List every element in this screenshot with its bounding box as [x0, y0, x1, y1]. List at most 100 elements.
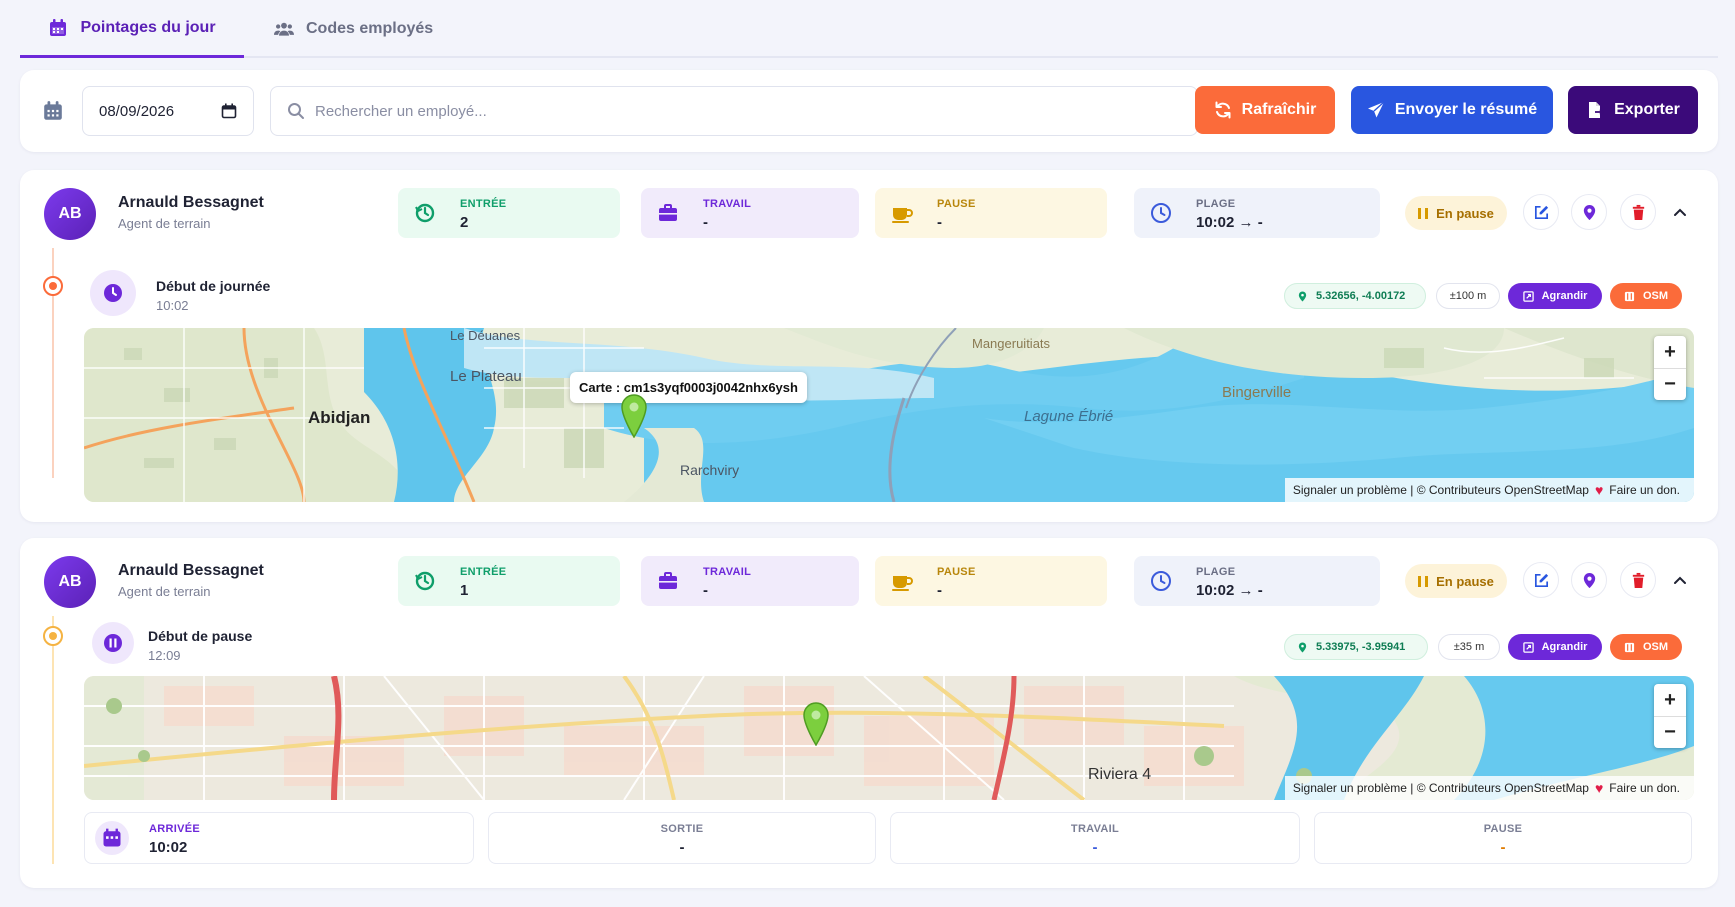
enlarge-map-button[interactable]: Agrandir: [1508, 634, 1602, 660]
event-icon: [90, 270, 136, 316]
stat-label: ENTRÉE: [460, 566, 507, 578]
zoom-in-button[interactable]: +: [1654, 684, 1686, 716]
enlarge-map-button[interactable]: Agrandir: [1508, 283, 1602, 309]
tab-label: Codes employés: [306, 20, 434, 37]
chevron-up-icon[interactable]: [1672, 572, 1688, 588]
export-button[interactable]: Exporter: [1568, 86, 1698, 134]
employee-role: Agent de terrain: [118, 216, 211, 231]
employee-name: Arnauld Bessagnet: [118, 562, 264, 579]
tab-bar: Pointages du jour Codes employés: [20, 0, 1718, 58]
map-attribution: Signaler un problème | © Contributeurs O…: [1284, 776, 1694, 800]
stat-entree: ENTRÉE 1: [398, 556, 620, 606]
calendar-icon: [44, 101, 62, 120]
summary-label: TRAVAIL: [1070, 823, 1120, 835]
map-label: Le Déuanes: [450, 328, 521, 343]
summary-value: -: [1092, 839, 1098, 856]
trash-icon: [1632, 572, 1644, 588]
chevron-up-icon[interactable]: [1672, 204, 1688, 220]
coffee-icon: [892, 208, 913, 223]
stat-value: 10:02 → -: [1196, 214, 1263, 231]
zoom-out-button[interactable]: −: [1654, 368, 1686, 400]
stat-travail: TRAVAIL -: [641, 556, 859, 606]
location-button[interactable]: [1571, 562, 1607, 598]
tab-label: Pointages du jour: [80, 18, 216, 36]
status-badge: En pause: [1405, 564, 1507, 598]
accuracy-badge: ±35 m: [1438, 634, 1500, 660]
delete-button[interactable]: [1620, 562, 1656, 598]
location-button[interactable]: [1571, 194, 1607, 230]
osm-button[interactable]: OSM: [1610, 634, 1682, 660]
stat-label: PAUSE: [937, 198, 976, 210]
map-icon: [1624, 291, 1635, 301]
coordinates-badge: 5.33975, -3.95941: [1284, 634, 1428, 660]
file-export-icon: [1589, 102, 1605, 118]
heart-icon: ♥: [1594, 482, 1604, 498]
briefcase-icon: [659, 204, 677, 221]
map-marker-icon[interactable]: [802, 702, 830, 746]
summary-value: 10:02: [149, 839, 188, 856]
pause-icon: [1418, 207, 1429, 219]
summary-value: -: [1500, 839, 1506, 856]
location-map[interactable]: Abidjan Le Plateau Lagune Ébrié Bingervi…: [84, 328, 1694, 502]
summary-label: ARRIVÉE: [149, 823, 200, 835]
toolbar: 08/09/2026 Rafraîchir Envoyer le résumé …: [20, 70, 1718, 152]
tab-codes-employes[interactable]: Codes employés: [274, 0, 433, 58]
map-marker-icon[interactable]: [620, 394, 648, 438]
date-input[interactable]: 08/09/2026: [82, 86, 254, 136]
osm-button[interactable]: OSM: [1610, 283, 1682, 309]
search-input[interactable]: [315, 102, 1195, 120]
trash-icon: [1632, 204, 1644, 220]
event-title: Début de journée: [156, 278, 271, 294]
map-label: Abidjan: [308, 408, 371, 427]
search-field[interactable]: [270, 86, 1198, 136]
edit-icon: [1534, 205, 1548, 219]
refresh-label: Rafraîchir: [1241, 101, 1317, 118]
calendar-icon: [50, 18, 67, 36]
stat-label: TRAVAIL: [703, 198, 752, 210]
zoom-in-button[interactable]: +: [1654, 336, 1686, 368]
calendar-picker-icon[interactable]: [221, 103, 237, 119]
event-icon: [92, 622, 134, 664]
event-time: 10:02: [156, 298, 189, 313]
edit-button[interactable]: [1523, 562, 1559, 598]
coffee-icon: [892, 576, 913, 591]
stat-pause: PAUSE -: [875, 188, 1107, 238]
attendance-card: AB Arnauld Bessagnet Agent de terrain EN…: [20, 170, 1718, 522]
clock-icon: [1151, 203, 1171, 223]
summary-pause: PAUSE -: [1314, 812, 1692, 864]
map-pin-icon: [1298, 641, 1307, 653]
zoom-control: + −: [1654, 336, 1686, 400]
refresh-button[interactable]: Rafraîchir: [1195, 86, 1335, 134]
tab-pointages-du-jour[interactable]: Pointages du jour: [20, 0, 244, 58]
stat-label: TRAVAIL: [703, 566, 752, 578]
date-value: 08/09/2026: [99, 102, 175, 120]
briefcase-icon: [659, 572, 677, 589]
map-pin-icon: [1583, 204, 1595, 220]
expand-icon: [1522, 290, 1534, 302]
summary-value: -: [679, 839, 685, 856]
clock-rotate-icon: [415, 571, 435, 591]
pause-circle-icon: [104, 634, 122, 652]
location-map[interactable]: Riviera 4 + − Signaler un problème | © C…: [84, 676, 1694, 800]
edit-button[interactable]: [1523, 194, 1559, 230]
search-icon: [288, 103, 304, 119]
expand-icon: [1522, 641, 1534, 653]
send-summary-button[interactable]: Envoyer le résumé: [1351, 86, 1553, 134]
summary-label: PAUSE: [1483, 823, 1523, 835]
status-badge: En pause: [1405, 196, 1507, 230]
map-label: Lagune Ébrié: [1024, 408, 1114, 425]
event-title: Début de pause: [148, 628, 253, 644]
users-icon: [274, 22, 294, 36]
send-summary-label: Envoyer le résumé: [1394, 101, 1538, 118]
employee-name: Arnauld Bessagnet: [118, 194, 264, 211]
zoom-out-button[interactable]: −: [1654, 716, 1686, 748]
map-label: Mangeruitiats: [972, 336, 1051, 351]
accuracy-badge: ±100 m: [1436, 283, 1500, 309]
stat-plage: PLAGE 10:02 → -: [1134, 556, 1380, 606]
delete-button[interactable]: [1620, 194, 1656, 230]
stat-label: PLAGE: [1196, 198, 1236, 210]
map-label: Le Plateau: [450, 368, 522, 385]
map-label: Rarchviry: [680, 462, 740, 478]
summary-label: SORTIE: [660, 823, 704, 835]
stat-plage: PLAGE 10:02 → -: [1134, 188, 1380, 238]
